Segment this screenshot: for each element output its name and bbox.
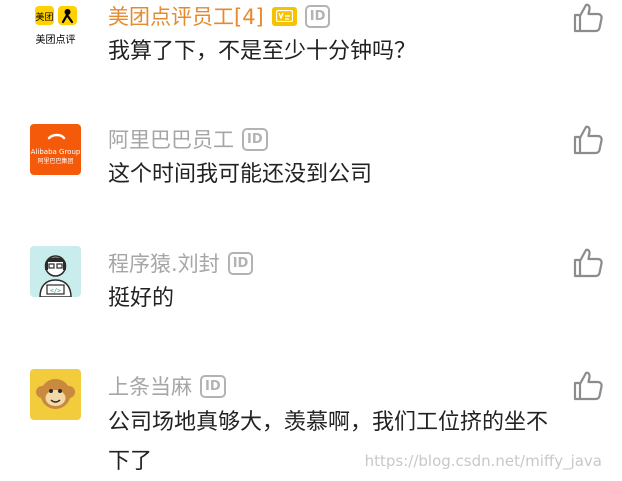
id-badge: ID bbox=[242, 127, 268, 151]
avatar[interactable]: </> bbox=[30, 246, 81, 297]
username[interactable]: 美团点评员工[4] bbox=[108, 1, 264, 31]
thumbs-up-icon[interactable] bbox=[570, 368, 606, 404]
meituan-logo-icon: 美团 美团点评 bbox=[35, 6, 77, 46]
comment-text: 我算了下，不是至少十分钟吗？ bbox=[108, 39, 417, 64]
avatar-label-bottom: 阿里巴巴集团 bbox=[37, 157, 73, 165]
avatar[interactable]: Alibaba Group 阿里巴巴集团 bbox=[30, 124, 81, 175]
comment-header: 美团点评员工[4] ID bbox=[108, 1, 331, 31]
username[interactable]: 程序猿.刘封 bbox=[108, 248, 220, 278]
monkey-avatar-icon bbox=[36, 379, 75, 409]
comment-text: 这个时间我可能还没到公司 bbox=[108, 162, 373, 187]
comment-header: 上条当麻 ID bbox=[108, 371, 226, 401]
vip-badge-icon bbox=[271, 6, 297, 26]
watermark: https://blog.csdn.net/miffy_java bbox=[364, 452, 602, 470]
thumbs-up-icon[interactable] bbox=[570, 122, 606, 158]
thumbs-up-icon[interactable] bbox=[570, 245, 606, 281]
username[interactable]: 上条当麻 bbox=[108, 371, 192, 401]
avatar-label-bottom: 美团点评 bbox=[36, 33, 76, 46]
comment-header: 阿里巴巴员工 ID bbox=[108, 124, 268, 154]
avatar[interactable] bbox=[30, 369, 81, 420]
avatar-label-top: 美团 bbox=[35, 11, 53, 23]
id-badge: ID bbox=[200, 374, 226, 398]
id-badge: ID bbox=[304, 4, 331, 28]
username[interactable]: 阿里巴巴员工 bbox=[108, 124, 234, 154]
thumbs-up-icon[interactable] bbox=[570, 0, 606, 36]
avatar-label-top: Alibaba Group bbox=[31, 148, 81, 156]
comment-text: 挺好的 bbox=[108, 286, 175, 311]
id-badge: ID bbox=[227, 251, 254, 275]
avatar[interactable]: 美团 美团点评 bbox=[30, 0, 81, 51]
svg-text:</>: </> bbox=[50, 288, 61, 295]
comment-header: 程序猿.刘封 ID bbox=[108, 248, 254, 278]
alibaba-logo-icon: Alibaba Group 阿里巴巴集团 bbox=[31, 133, 81, 165]
programmer-avatar-icon: </> bbox=[39, 255, 72, 297]
